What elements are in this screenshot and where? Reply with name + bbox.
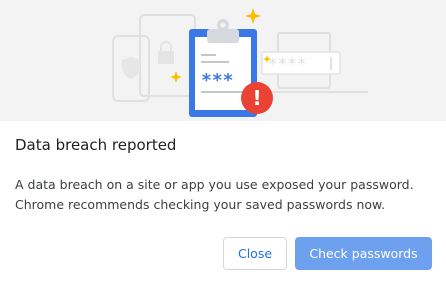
clipboard-stars: *** [201, 70, 234, 91]
illustration-banner: **** *** ! [0, 0, 446, 121]
alert-symbol: ! [252, 86, 261, 110]
sparkle-icon [245, 8, 261, 24]
dialog-title: Data breach reported [15, 136, 177, 154]
shield-icon [122, 57, 140, 79]
breach-illustration: **** *** ! [112, 8, 368, 117]
check-passwords-button[interactable]: Check passwords [295, 237, 432, 270]
close-button[interactable]: Close [223, 237, 287, 270]
sparkle-icon [170, 71, 182, 83]
password-field-stars: **** [268, 54, 307, 73]
data-breach-dialog: **** *** ! Data breach reported A data b… [0, 0, 446, 285]
dialog-body-line-2: Chrome recommends checking your saved pa… [15, 197, 386, 212]
dialog-body: A data breach on a site or app you use e… [15, 175, 435, 215]
lock-icon [158, 41, 174, 64]
clipboard-clip [207, 29, 239, 43]
dialog-body-line-1: A data breach on a site or app you use e… [15, 177, 414, 192]
